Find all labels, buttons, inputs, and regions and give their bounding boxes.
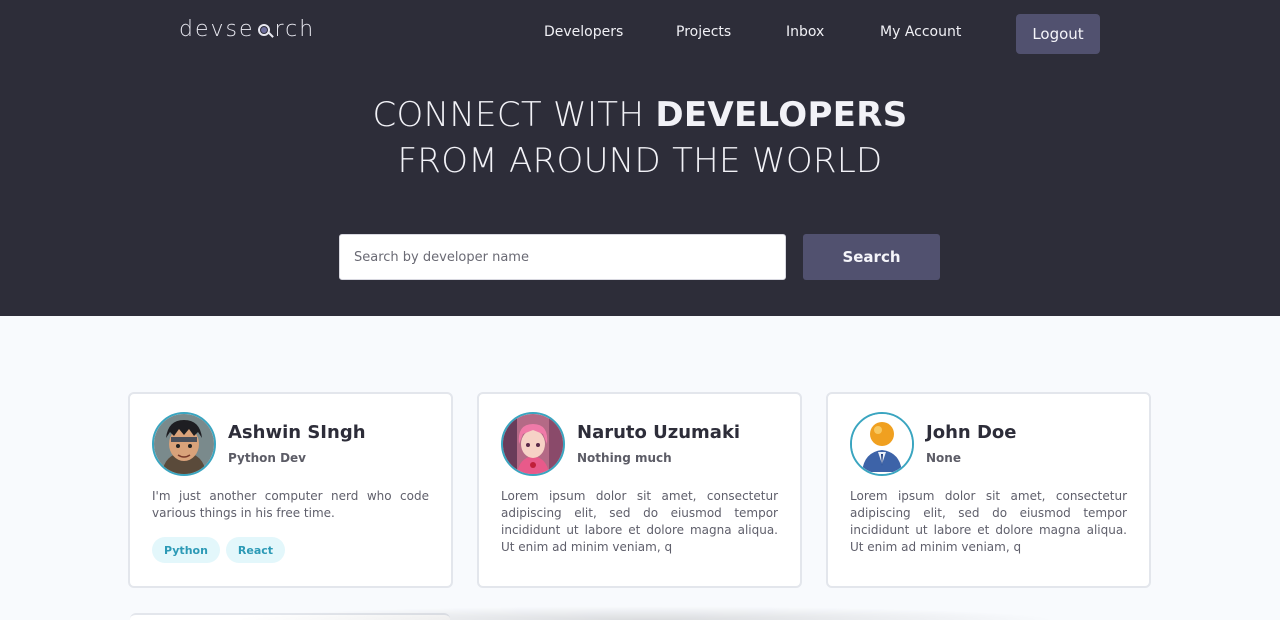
default-user-avatar-icon (850, 412, 914, 476)
developer-card[interactable]: Naruto Uzumaki Nothing much Lorem ipsum … (477, 392, 802, 588)
developer-role: Nothing much (577, 451, 672, 465)
developer-role: Python Dev (228, 451, 307, 465)
hero-heading: CONNECT WITH DEVELOPERS FROM AROUND THE … (0, 92, 1280, 184)
site-header: devse rch Developers Projects Inbox My A… (0, 0, 1280, 316)
developer-card[interactable]: John Doe None Lorem ipsum dolor sit amet… (826, 392, 1151, 588)
anime-girl-avatar-icon (501, 412, 565, 476)
developer-name[interactable]: John Doe (926, 422, 1016, 443)
hero-line-1-bold: DEVELOPERS (655, 95, 908, 135)
developer-name[interactable]: Naruto Uzumaki (577, 422, 740, 443)
skill-tags: Python React (152, 537, 286, 563)
logo-text-suffix: rch (274, 17, 316, 42)
nav-developers[interactable]: Developers (544, 24, 623, 40)
logo-text-prefix: devse (179, 17, 255, 42)
search-input[interactable] (339, 234, 786, 280)
hero-line-2: FROM AROUND THE WORLD (397, 141, 883, 181)
developer-bio: I'm just another computer nerd who code … (152, 489, 429, 520)
developer-bio: Lorem ipsum dolor sit amet, consectetur … (850, 489, 1127, 554)
skill-tag[interactable]: React (225, 537, 286, 563)
search-button[interactable]: Search (803, 234, 940, 280)
nav-projects[interactable]: Projects (676, 24, 731, 40)
skill-tag[interactable]: Python (152, 537, 220, 563)
hero-line-1-light: CONNECT WITH (372, 95, 656, 135)
scroll-shadow (230, 606, 1060, 620)
nav-my-account[interactable]: My Account (880, 24, 961, 40)
hero-line-1: CONNECT WITH DEVELOPERS (0, 92, 1280, 138)
nav-inbox[interactable]: Inbox (786, 24, 824, 40)
developer-card[interactable]: Ashwin SIngh Python Dev I'm just another… (128, 392, 453, 588)
developer-bio: Lorem ipsum dolor sit amet, consectetur … (501, 489, 778, 554)
magnifier-icon (256, 21, 274, 39)
developer-name[interactable]: Ashwin SIngh (228, 422, 366, 443)
developer-role: None (926, 451, 961, 465)
logout-button[interactable]: Logout (1016, 14, 1100, 54)
anime-boy-avatar-icon (152, 412, 216, 476)
site-logo[interactable]: devse rch (179, 17, 315, 42)
